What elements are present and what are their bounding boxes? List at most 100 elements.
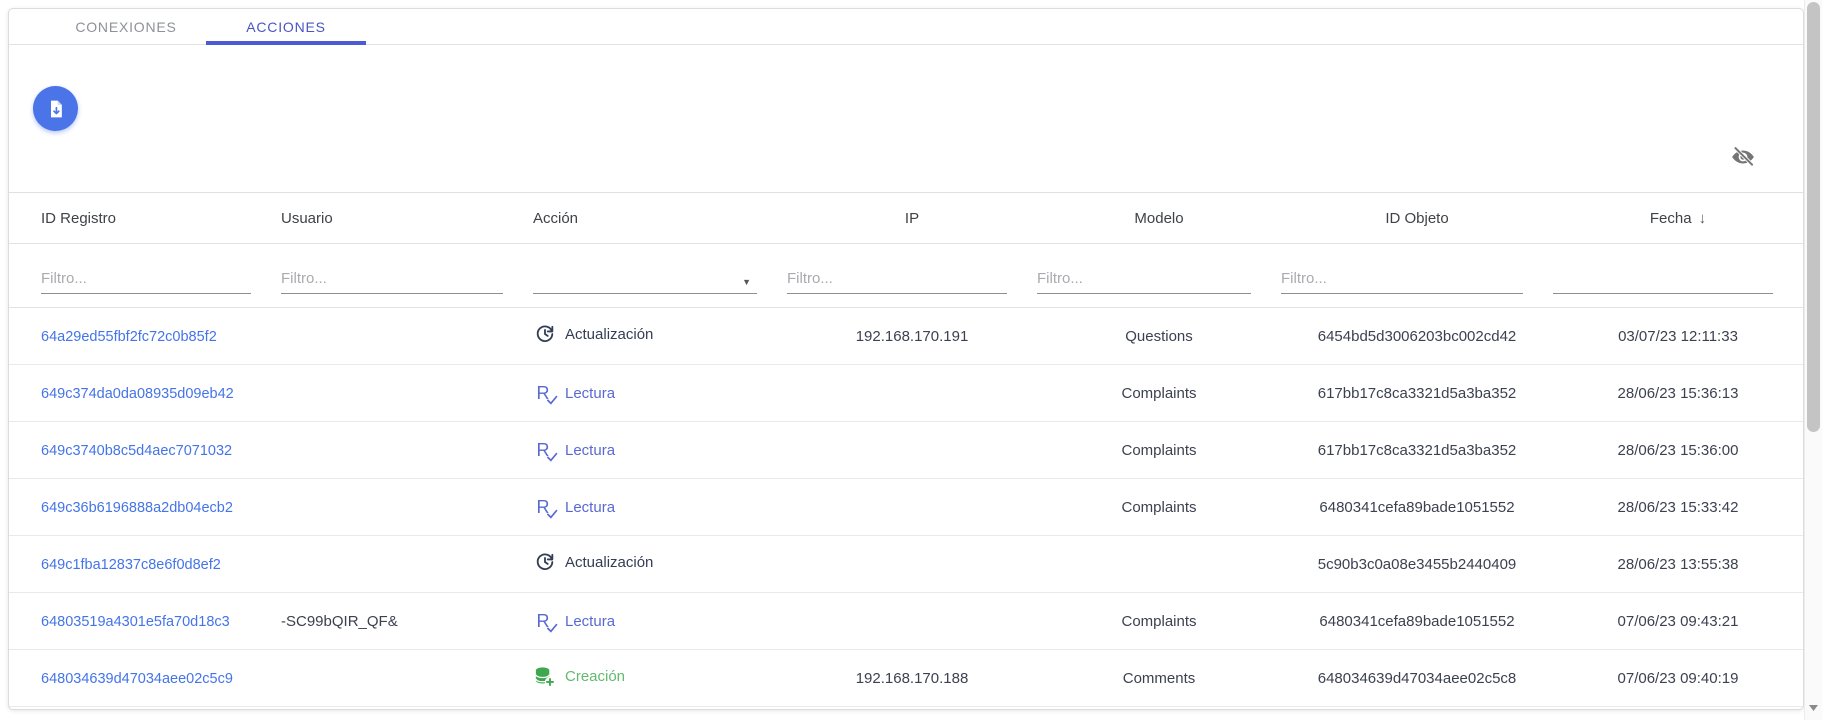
cell-modelo: Complaints	[1037, 385, 1281, 402]
cell-fecha: 28/06/23 15:36:00	[1553, 442, 1803, 459]
action-badge-create: Creación	[533, 665, 625, 688]
column-header-usuario[interactable]: Usuario	[281, 210, 533, 227]
toggle-columns-button[interactable]	[1730, 144, 1756, 170]
cell-objeto: 6454bd5d3006203bc002cd42	[1281, 328, 1553, 345]
record-id-link[interactable]: 649c3740b8c5d4aec7071032	[41, 443, 232, 459]
cell-accion: RLectura	[533, 439, 787, 462]
table-filter-row: ▼	[9, 244, 1803, 308]
cell-fecha: 28/06/23 15:36:13	[1553, 385, 1803, 402]
column-header-label: IP	[905, 210, 919, 227]
column-header-ip[interactable]: IP	[787, 210, 1037, 227]
action-label: Lectura	[565, 442, 615, 459]
export-file-button[interactable]	[33, 86, 78, 131]
filter-input-fecha[interactable]	[1553, 266, 1773, 294]
page: CONEXIONES ACCIONES	[0, 0, 1822, 720]
filter-input-objeto[interactable]	[1281, 266, 1523, 294]
scroll-down-arrow-icon	[1809, 705, 1818, 711]
read-check-icon: R	[533, 496, 556, 519]
table-row: 649c374da0da08935d09eb42 R Lectura Complain…	[9, 365, 1803, 422]
action-badge-read: R Lectura	[533, 610, 615, 633]
action-badge-read: RLectura	[533, 439, 615, 462]
scrollbar-thumb[interactable]	[1807, 2, 1820, 432]
column-header-label: Fecha	[1650, 210, 1692, 227]
cell-objeto: 617bb17c8ca3321d5a3ba352	[1281, 385, 1553, 402]
cell-modelo: Complaints	[1037, 442, 1281, 459]
cell-fecha: 28/06/23 13:55:38	[1553, 556, 1803, 573]
table-row: 648034639d47034aee02c5c9 Creación 192.168.…	[9, 650, 1803, 707]
read-check-icon: R	[533, 610, 556, 633]
action-label: Lectura	[565, 499, 615, 516]
column-header-modelo[interactable]: Modelo	[1037, 210, 1281, 227]
cell-modelo: Complaints	[1037, 499, 1281, 516]
cell-id: 64a29ed55fbf2fc72c0b85f2	[41, 328, 281, 345]
cell-accion: R Lectura	[533, 610, 787, 633]
filter-input-usuario[interactable]	[281, 266, 503, 294]
column-header-id[interactable]: ID Registro	[41, 210, 281, 227]
column-header-label: Modelo	[1134, 210, 1183, 227]
cell-usuario: -SC99bQIR_QF&	[281, 613, 533, 630]
record-id-link[interactable]: 649c36b6196888a2db04ecb2	[41, 500, 233, 516]
tab-conexiones[interactable]: CONEXIONES	[46, 9, 206, 44]
filter-input-ip[interactable]	[787, 266, 1007, 294]
action-label: Actualización	[565, 554, 653, 571]
table-row: 649c1fba12837c8e6f0d8ef2 Actualización 5c9…	[9, 536, 1803, 593]
action-badge-read: R Lectura	[533, 496, 615, 519]
eye-off-icon	[1730, 144, 1756, 170]
filter-select-accion[interactable]: ▼	[533, 267, 757, 294]
action-badge-read: R Lectura	[533, 382, 615, 405]
cell-ip: 192.168.170.191	[787, 328, 1037, 345]
cell-fecha: 03/07/23 12:11:33	[1553, 328, 1803, 345]
table-row: 649c36b6196888a2db04ecb2 R Lectura Complain…	[9, 479, 1803, 536]
record-id-link[interactable]: 649c374da0da08935d09eb42	[41, 386, 234, 402]
cell-accion: R Lectura	[533, 382, 787, 405]
read-check-icon: R	[533, 382, 556, 405]
action-badge-update: Actualización	[533, 323, 653, 346]
filter-input-id[interactable]	[41, 266, 251, 294]
scroll-down-button[interactable]	[1805, 700, 1822, 716]
cell-modelo: Complaints	[1037, 613, 1281, 630]
update-icon	[533, 323, 556, 346]
cell-modelo: Comments	[1037, 670, 1281, 687]
tab-acciones[interactable]: ACCIONES	[206, 9, 366, 44]
column-header-label: ID Registro	[41, 210, 116, 227]
record-id-link[interactable]: 64a29ed55fbf2fc72c0b85f2	[41, 329, 217, 345]
table-header-row: ID Registro Usuario Acción IP Modelo ID Objet…	[9, 193, 1803, 244]
column-header-label: Usuario	[281, 210, 333, 227]
action-label: Creación	[565, 668, 625, 685]
log-table: ID Registro Usuario Acción IP Modelo ID Objet…	[9, 193, 1803, 707]
cell-accion: Actualización	[533, 551, 787, 578]
cell-objeto: 6480341cefa89bade1051552	[1281, 613, 1553, 630]
column-header-objeto[interactable]: ID Objeto	[1281, 210, 1553, 227]
filter-cell-accion: ▼	[533, 267, 787, 307]
column-header-fecha[interactable]: Fecha ↓	[1553, 210, 1803, 227]
filter-cell-objeto	[1281, 266, 1553, 307]
record-id-link[interactable]: 648034639d47034aee02c5c9	[41, 671, 233, 687]
table-row: 64803519a4301e5fa70d18c3 -SC99bQIR_QF&R Le…	[9, 593, 1803, 650]
column-header-label: ID Objeto	[1385, 210, 1448, 227]
cell-objeto: 5c90b3c0a08e3455b2440409	[1281, 556, 1553, 573]
sort-desc-arrow-icon[interactable]: ↓	[1699, 210, 1707, 227]
cell-id: 649c374da0da08935d09eb42	[41, 385, 281, 402]
dropdown-arrow-icon: ▼	[742, 277, 751, 287]
table-body: 64a29ed55fbf2fc72c0b85f2 Actualización 192…	[9, 308, 1803, 707]
cell-id: 649c36b6196888a2db04ecb2	[41, 499, 281, 516]
cell-modelo: Questions	[1037, 328, 1281, 345]
action-label: Lectura	[565, 613, 615, 630]
cell-objeto: 6480341cefa89bade1051552	[1281, 499, 1553, 516]
table-row: 64a29ed55fbf2fc72c0b85f2 Actualización 192…	[9, 308, 1803, 365]
table-row: 649c3740b8c5d4aec7071032 RLectura Complain…	[9, 422, 1803, 479]
cell-id: 649c1fba12837c8e6f0d8ef2	[41, 556, 281, 573]
filter-cell-ip	[787, 266, 1037, 307]
filter-input-modelo[interactable]	[1037, 266, 1251, 294]
vertical-scrollbar[interactable]	[1804, 0, 1822, 720]
audit-log-card: CONEXIONES ACCIONES	[8, 8, 1804, 710]
record-id-link[interactable]: 64803519a4301e5fa70d18c3	[41, 614, 230, 630]
update-icon	[533, 551, 556, 574]
action-label: Lectura	[565, 385, 615, 402]
record-id-link[interactable]: 649c1fba12837c8e6f0d8ef2	[41, 557, 221, 573]
column-header-accion[interactable]: Acción	[533, 210, 787, 227]
cell-ip: 192.168.170.188	[787, 670, 1037, 687]
action-badge-update: Actualización	[533, 551, 653, 574]
cell-id: 649c3740b8c5d4aec7071032	[41, 442, 281, 459]
cell-fecha: 07/06/23 09:40:19	[1553, 670, 1803, 687]
